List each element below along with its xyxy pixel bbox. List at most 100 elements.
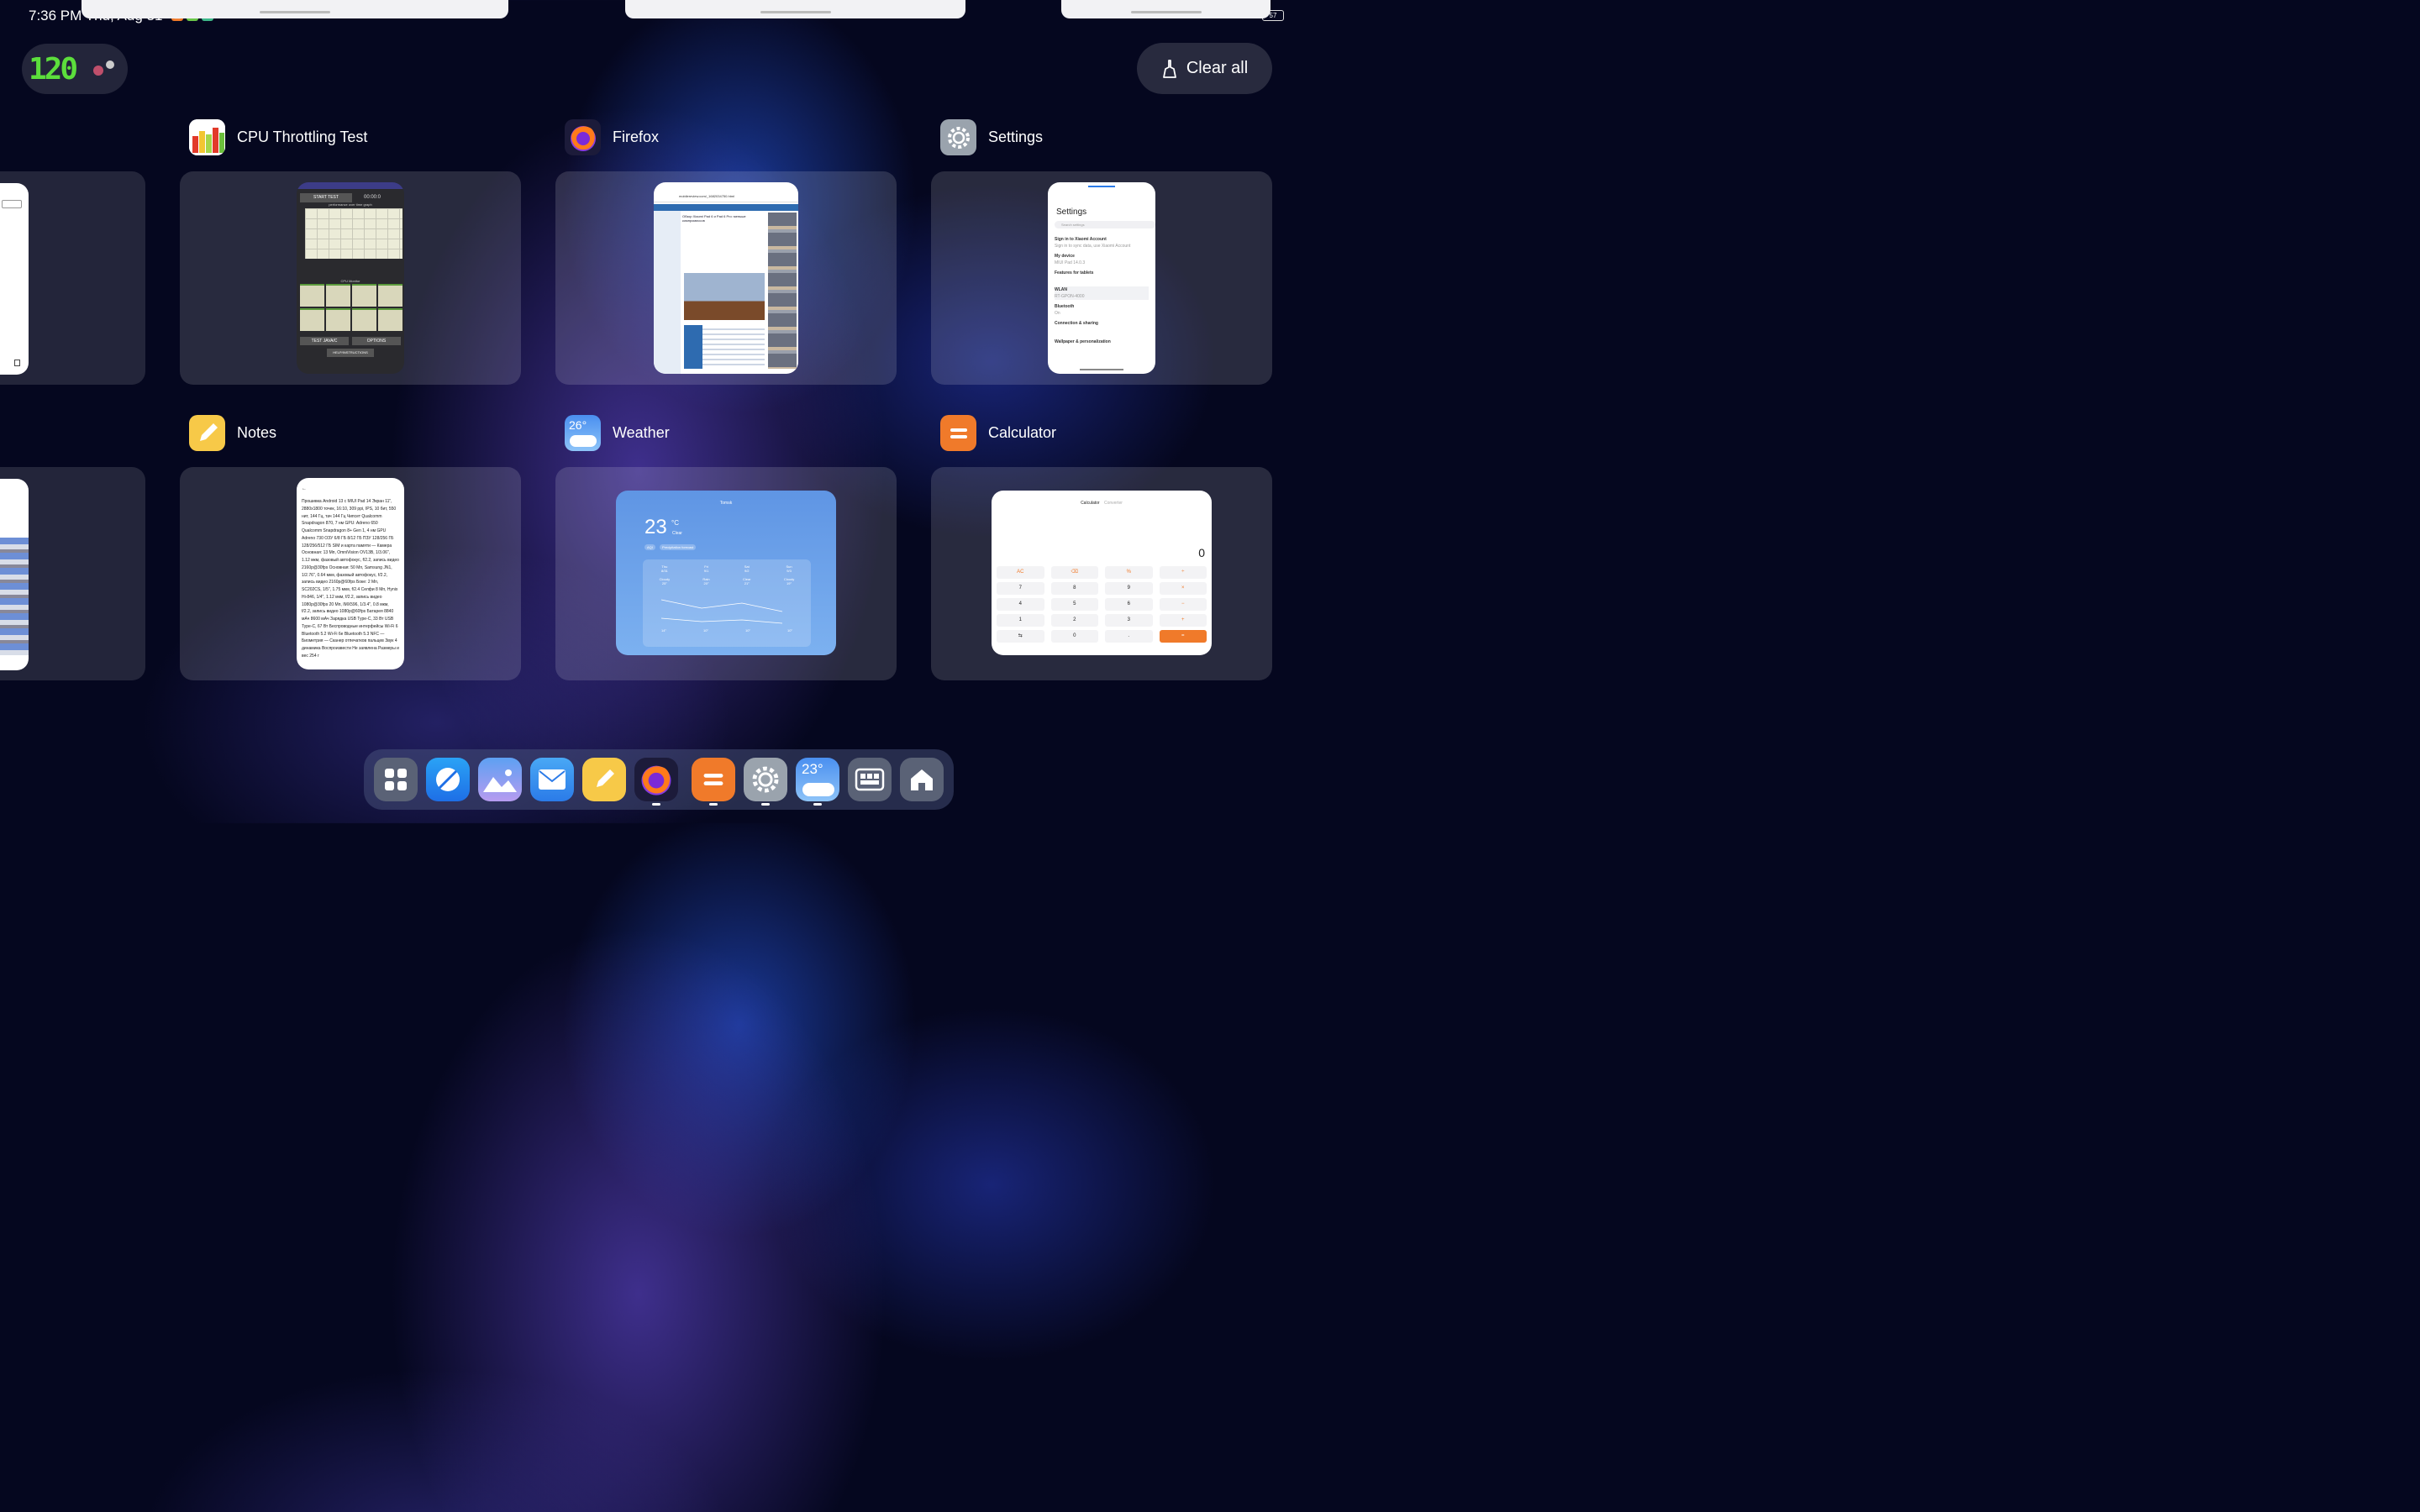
calculator-key: 2 (1050, 614, 1098, 627)
offscreen-card-left-top[interactable] (0, 171, 145, 385)
note-body-text: Прошивка Android 13 с MIUI Pad 14 Экран … (302, 499, 399, 659)
recent-card-notes[interactable]: ← Прошивка Android 13 с MIUI Pad 14 Экра… (180, 467, 521, 680)
app-name: Calculator (988, 424, 1057, 441)
peek-card-top-middle[interactable] (625, 0, 965, 18)
home-icon[interactable] (900, 758, 944, 801)
offscreen-thumbnail (0, 183, 29, 375)
settings-search: Search settings (1055, 221, 1155, 228)
calculator-key: ÷ (1159, 566, 1207, 579)
clear-all-label: Clear all (1186, 59, 1249, 77)
calculator-key: 0 (1050, 630, 1098, 643)
aqi-badge: AQI (644, 544, 655, 550)
firefox-url-bar: mobilereview.com/_1682034750.html (654, 192, 798, 202)
app-header-calculator[interactable]: Calculator (940, 415, 1056, 451)
calculator-display: 0 (1198, 546, 1205, 559)
offscreen-card-left-bottom[interactable] (0, 467, 145, 680)
dock: 23° (364, 749, 954, 810)
app-header-firefox[interactable]: Firefox (565, 119, 659, 155)
calculator-key: 1 (997, 614, 1044, 627)
firefox-app-icon (565, 119, 601, 155)
app-header-settings[interactable]: Settings (940, 119, 1043, 155)
running-indicator (709, 803, 718, 806)
fps-value: 120 (29, 52, 78, 87)
app-name: Settings (988, 129, 1044, 145)
calculator-keypad: AC ⌫% ÷ 7 8 9 × 4 5 6− 1 2 3 + ⇆ 0. = (997, 566, 1207, 643)
mail-icon[interactable] (530, 758, 574, 801)
settings-gear-icon (940, 119, 976, 155)
app-name: CPU Throttling Test (237, 129, 368, 145)
weather-cloud-icon: 26° (565, 415, 601, 451)
firefox-icon[interactable] (634, 758, 678, 801)
weather-thumbnail: Tomsk 23 °C Clear AQI Precipitation fore… (616, 491, 836, 655)
app-header-weather[interactable]: 26° Weather (565, 415, 670, 451)
peek-card-top-right[interactable] (1061, 0, 1270, 18)
app-name: Firefox (613, 129, 660, 145)
calculator-key: + (1159, 614, 1207, 627)
fps-indicator-dot (106, 60, 114, 69)
recent-card-calculator[interactable]: Calculator Converter 0 AC ⌫% ÷ 7 8 9 × 4 5 6− 1 2 3 +… (931, 467, 1272, 680)
calculator-key: 3 (1105, 614, 1153, 627)
calculator-key: 9 (1105, 582, 1153, 595)
app-name: Weather (613, 424, 670, 441)
calculator-key: % (1105, 566, 1153, 579)
app-name: Notes (237, 424, 277, 441)
calculator-key: 6 (1105, 598, 1153, 611)
weather-city: Tomsk (719, 501, 733, 506)
calculator-key: × (1159, 582, 1207, 595)
calculator-icon[interactable] (692, 758, 735, 801)
calculator-thumbnail: Calculator Converter 0 AC ⌫% ÷ 7 8 9 × 4 5 6− 1 2 3 +… (992, 491, 1212, 655)
weather-icon[interactable]: 23° (796, 758, 839, 801)
settings-thumbnail: Settings Search settings Sign in to Xiao… (1048, 182, 1155, 374)
recents-icon[interactable] (848, 758, 892, 801)
app-header-cpu-throttling[interactable]: CPU Throttling Test (189, 119, 367, 155)
recent-card-cpu-throttling[interactable]: START TEST 00:00:0 performance over time… (180, 171, 521, 385)
running-indicator (761, 803, 770, 806)
precipitation-badge: Precipitation forecast (660, 544, 697, 550)
offscreen-thumbnail (0, 479, 29, 670)
test-java-button: TEST JAVA/C (300, 337, 349, 345)
cpu-throttling-thumbnail: START TEST 00:00:0 performance over time… (297, 182, 404, 374)
timer-readout: 00:00:0 (364, 195, 381, 200)
start-test-button: START TEST (300, 193, 352, 202)
weather-temp: 23 (644, 516, 667, 538)
calculator-key: . (1105, 630, 1153, 643)
forecast-panel: Thu 8/31 Cloudy 25° Fri 9/1 Rain 20° Sat 9/2 Cle… (643, 559, 811, 647)
options-button: OPTIONS (352, 337, 401, 345)
running-indicator (652, 803, 660, 806)
app-header-notes[interactable]: Notes (189, 415, 276, 451)
calculator-key: ⇆ (997, 630, 1044, 643)
notes-icon[interactable] (582, 758, 626, 801)
calculator-key: 5 (1050, 598, 1098, 611)
calculator-key: 8 (1050, 582, 1098, 595)
fps-counter-overlay[interactable]: 120 (22, 44, 128, 94)
settings-icon[interactable] (744, 758, 787, 801)
graph-title: performance over time graph (329, 202, 372, 207)
weather-condition: Clear (672, 531, 682, 536)
calculator-key: ⌫ (1050, 566, 1098, 579)
app-drawer-icon[interactable] (374, 758, 418, 801)
notes-pencil-icon (189, 415, 225, 451)
cpu-throttling-app-icon (189, 119, 225, 155)
recent-card-settings[interactable]: Settings Search settings Sign in to Xiao… (931, 171, 1272, 385)
recent-card-firefox[interactable]: mobilereview.com/_1682034750.html Обзор … (555, 171, 897, 385)
clear-all-button[interactable]: Clear all (1137, 43, 1272, 94)
calculator-tab: Calculator (1081, 501, 1100, 506)
weather-unit: °C (671, 519, 679, 527)
broom-icon (1162, 59, 1176, 78)
calculator-key: AC (997, 566, 1044, 579)
calculator-key: = (1159, 630, 1207, 643)
browser-icon[interactable] (426, 758, 470, 801)
recent-card-weather[interactable]: Tomsk 23 °C Clear AQI Precipitation fore… (555, 467, 897, 680)
fps-indicator-dot (93, 66, 103, 76)
monitor-title: CPU Monitor (340, 279, 360, 283)
running-indicator (813, 803, 822, 806)
back-arrow-icon: ← (302, 486, 307, 491)
calculator-key: 4 (997, 598, 1044, 611)
gallery-icon[interactable] (478, 758, 522, 801)
calculator-key: 7 (997, 582, 1044, 595)
settings-title: Settings (1056, 207, 1087, 217)
firefox-thumbnail: mobilereview.com/_1682034750.html Обзор … (654, 182, 798, 374)
article-headline: Обзор Xiaomi Pad 6 и Pad 6 Pro: меньше к… (682, 214, 746, 223)
calculator-equals-icon (940, 415, 976, 451)
peek-card-top-left[interactable] (82, 0, 508, 18)
